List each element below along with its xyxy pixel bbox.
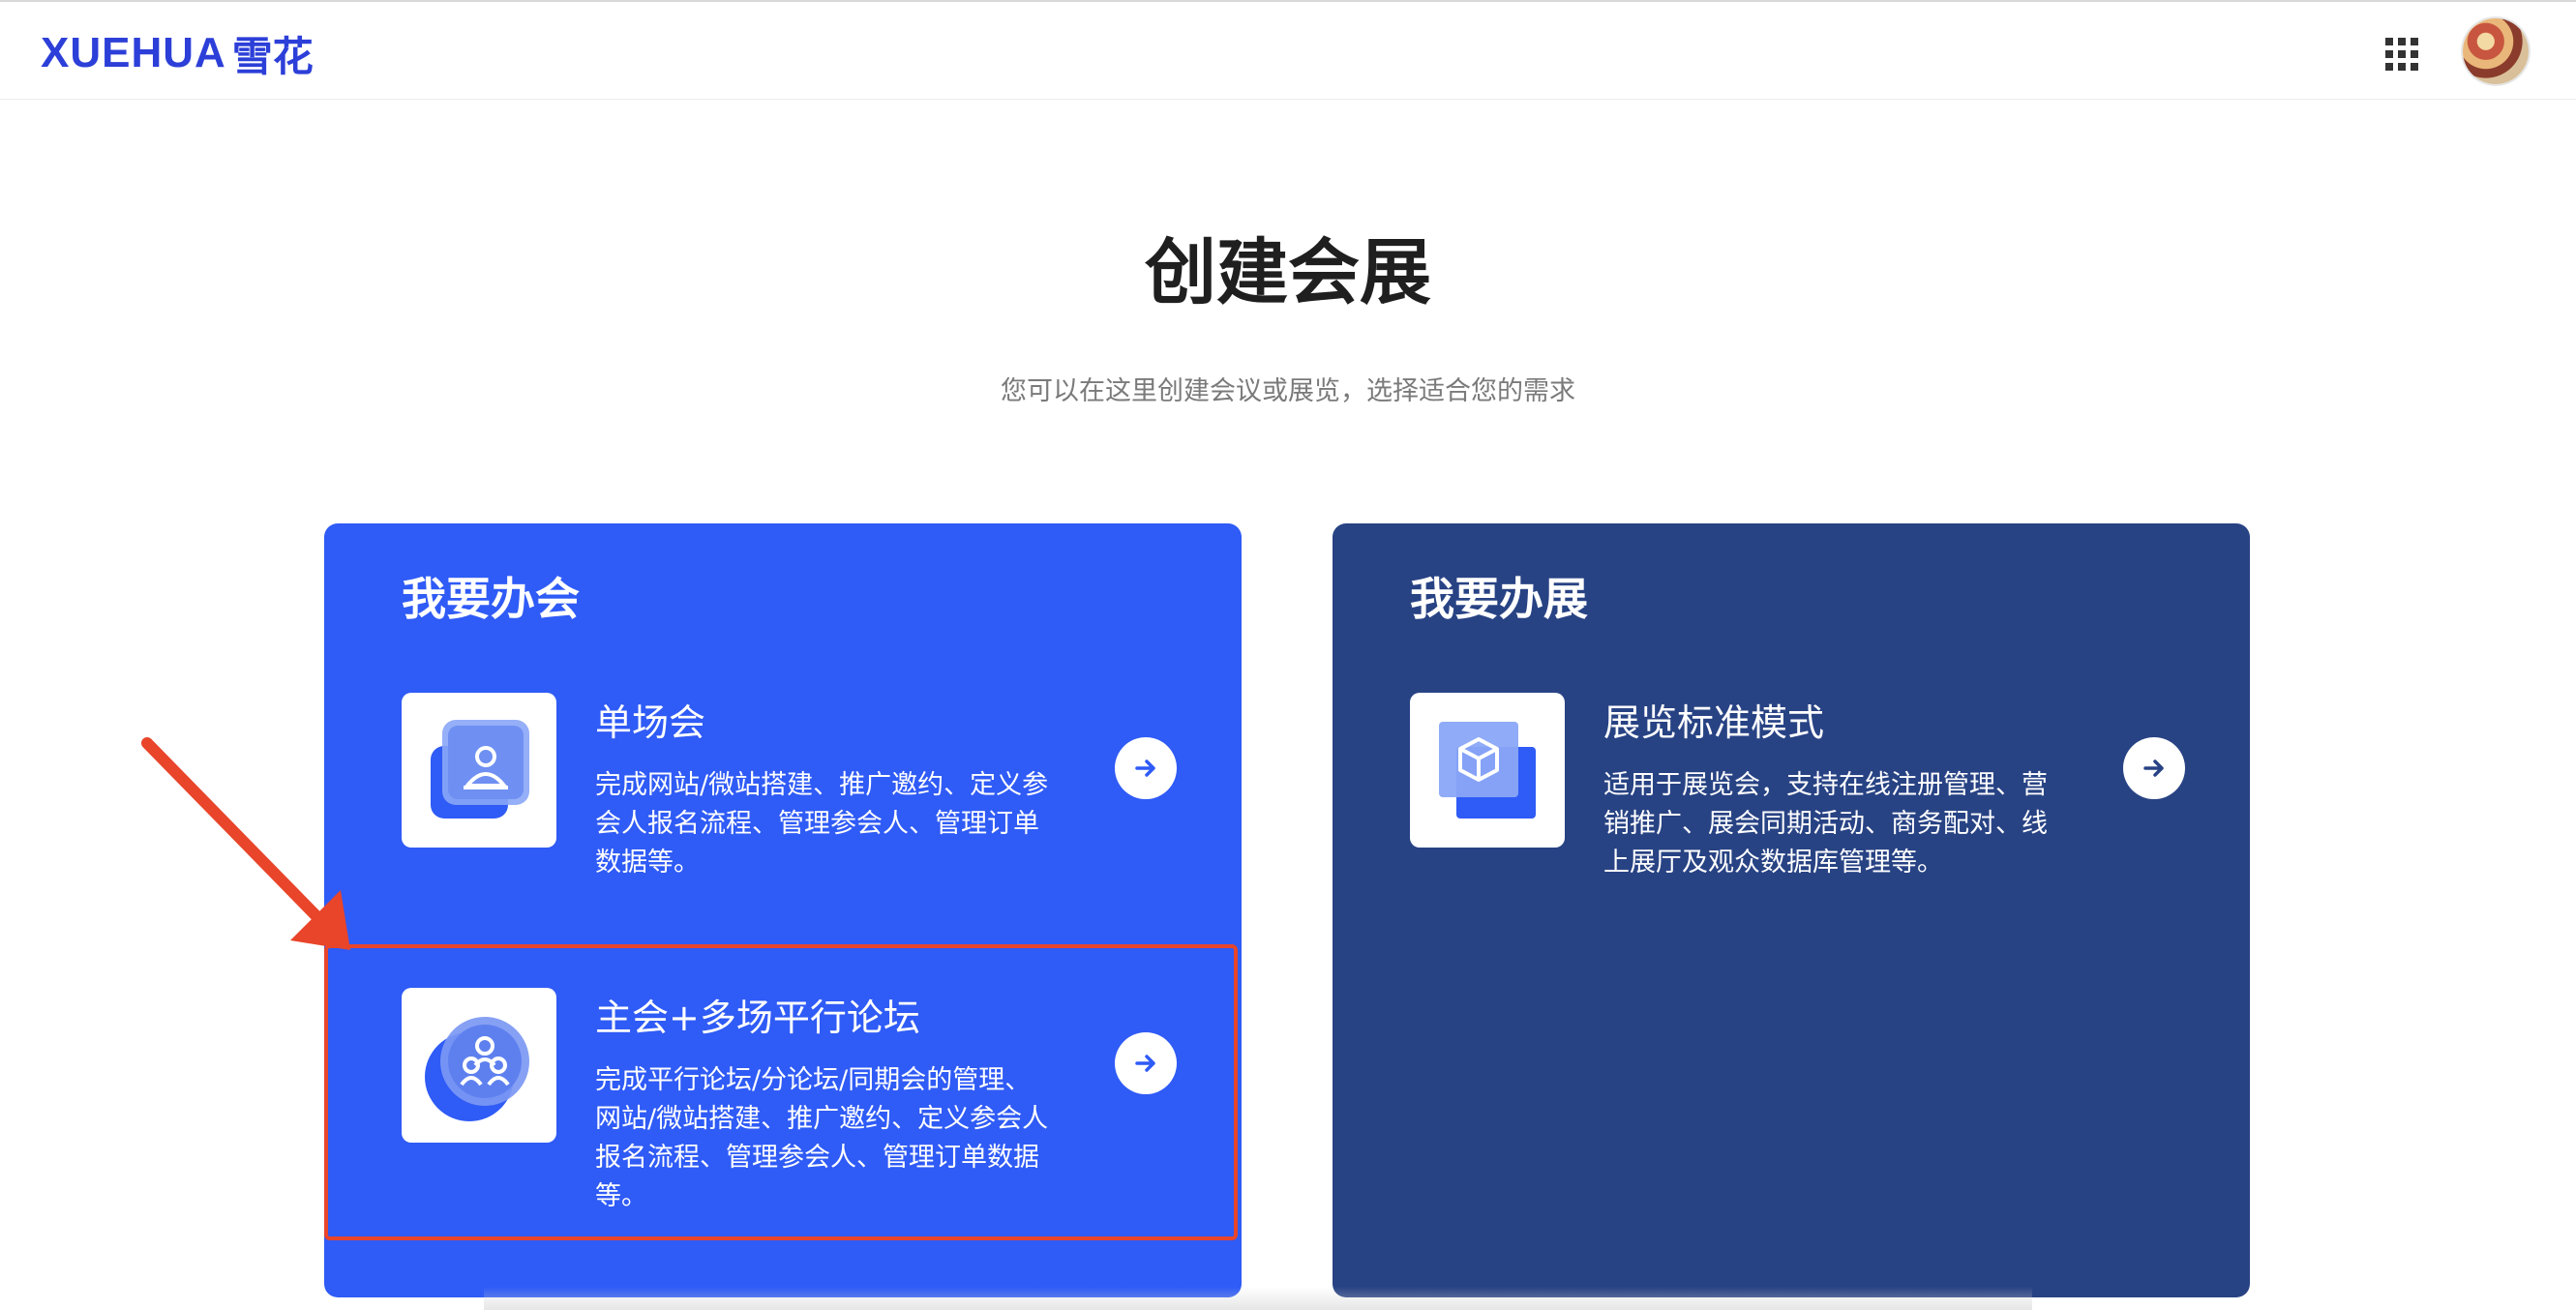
desc-line: 会人报名流程、管理参会人、管理订单 (595, 809, 1039, 839)
option-description: 完成网站/微站搭建、推广邀约、定义参 会人报名流程、管理参会人、管理订单 数据等… (595, 766, 1089, 882)
go-arrow-button[interactable] (2123, 737, 2185, 799)
user-avatar[interactable] (2463, 18, 2529, 84)
option-description: 适用于展览会，支持在线注册管理、营 销推广、展会同期活动、商务配对、线 上展厅及… (1603, 766, 2097, 882)
desc-line: 等。 (595, 1181, 647, 1211)
page-subtitle: 您可以在这里创建会议或展览，选择适合您的需求 (1001, 376, 1575, 406)
option-description: 完成平行论坛/分论坛/同期会的管理、 网站/微站搭建、推广邀约、定义参会人 报名… (595, 1061, 1089, 1216)
multi-forum-icon (402, 988, 556, 1143)
annotation-arrow-icon (141, 737, 350, 950)
meeting-card: 我要办会 单场会 完成网站/微站搭建、推广邀约、定义参 会人报名流程、管理参会人… (324, 523, 1242, 1297)
arrow-right-icon (2143, 759, 2164, 777)
option-title: 主会+多场平行论坛 (595, 997, 920, 1039)
expo-card: 我要办展 展览标准模式 适用于展览会，支持在线注册管理、营 销推广、展会同期活动… (1333, 523, 2250, 1297)
option-single-meeting[interactable]: 单场会 完成网站/微站搭建、推广邀约、定义参 会人报名流程、管理参会人、管理订单… (324, 693, 1242, 944)
desc-line: 报名流程、管理参会人、管理订单数据 (595, 1143, 1039, 1173)
desc-line: 完成平行论坛/分论坛/同期会的管理、 (595, 1065, 1032, 1095)
go-arrow-button[interactable] (1115, 1032, 1177, 1094)
meeting-card-title: 我要办会 (402, 573, 580, 625)
expo-box-icon (1410, 693, 1565, 848)
logo-cn-text: 雪花 (231, 32, 314, 80)
option-expo-standard[interactable]: 展览标准模式 适用于展览会，支持在线注册管理、营 销推广、展会同期活动、商务配对… (1333, 693, 2250, 944)
grid-apps-icon[interactable] (2383, 36, 2420, 73)
desc-line: 数据等。 (595, 848, 700, 878)
top-bar: XUEHUA 雪花 (0, 0, 2576, 99)
desc-line: 网站/微站搭建、推广邀约、定义参会人 (595, 1104, 1049, 1134)
desc-line: 销推广、展会同期活动、商务配对、线 (1603, 809, 2048, 839)
page-title: 创建会展 (1145, 231, 1431, 314)
option-title: 展览标准模式 (1603, 701, 1825, 744)
desc-line: 适用于展览会，支持在线注册管理、营 (1603, 770, 2048, 800)
logo-latin-text: XUEHUA (41, 29, 226, 76)
desc-line: 完成网站/微站搭建、推广邀约、定义参 (595, 770, 1049, 800)
arrow-right-icon (1135, 759, 1155, 777)
option-multi-forum[interactable]: 主会+多场平行论坛 完成平行论坛/分论坛/同期会的管理、 网站/微站搭建、推广邀… (324, 988, 1242, 1235)
go-arrow-button[interactable] (1115, 737, 1177, 799)
brand-logo[interactable]: XUEHUA 雪花 (41, 29, 314, 80)
expo-card-title: 我要办展 (1410, 573, 1588, 625)
option-title: 单场会 (595, 701, 706, 744)
arrow-right-icon (1135, 1055, 1155, 1072)
desc-line: 上展厅及观众数据库管理等。 (1603, 848, 1943, 878)
single-meeting-icon (402, 693, 556, 848)
bottom-shadow (484, 1287, 2032, 1310)
